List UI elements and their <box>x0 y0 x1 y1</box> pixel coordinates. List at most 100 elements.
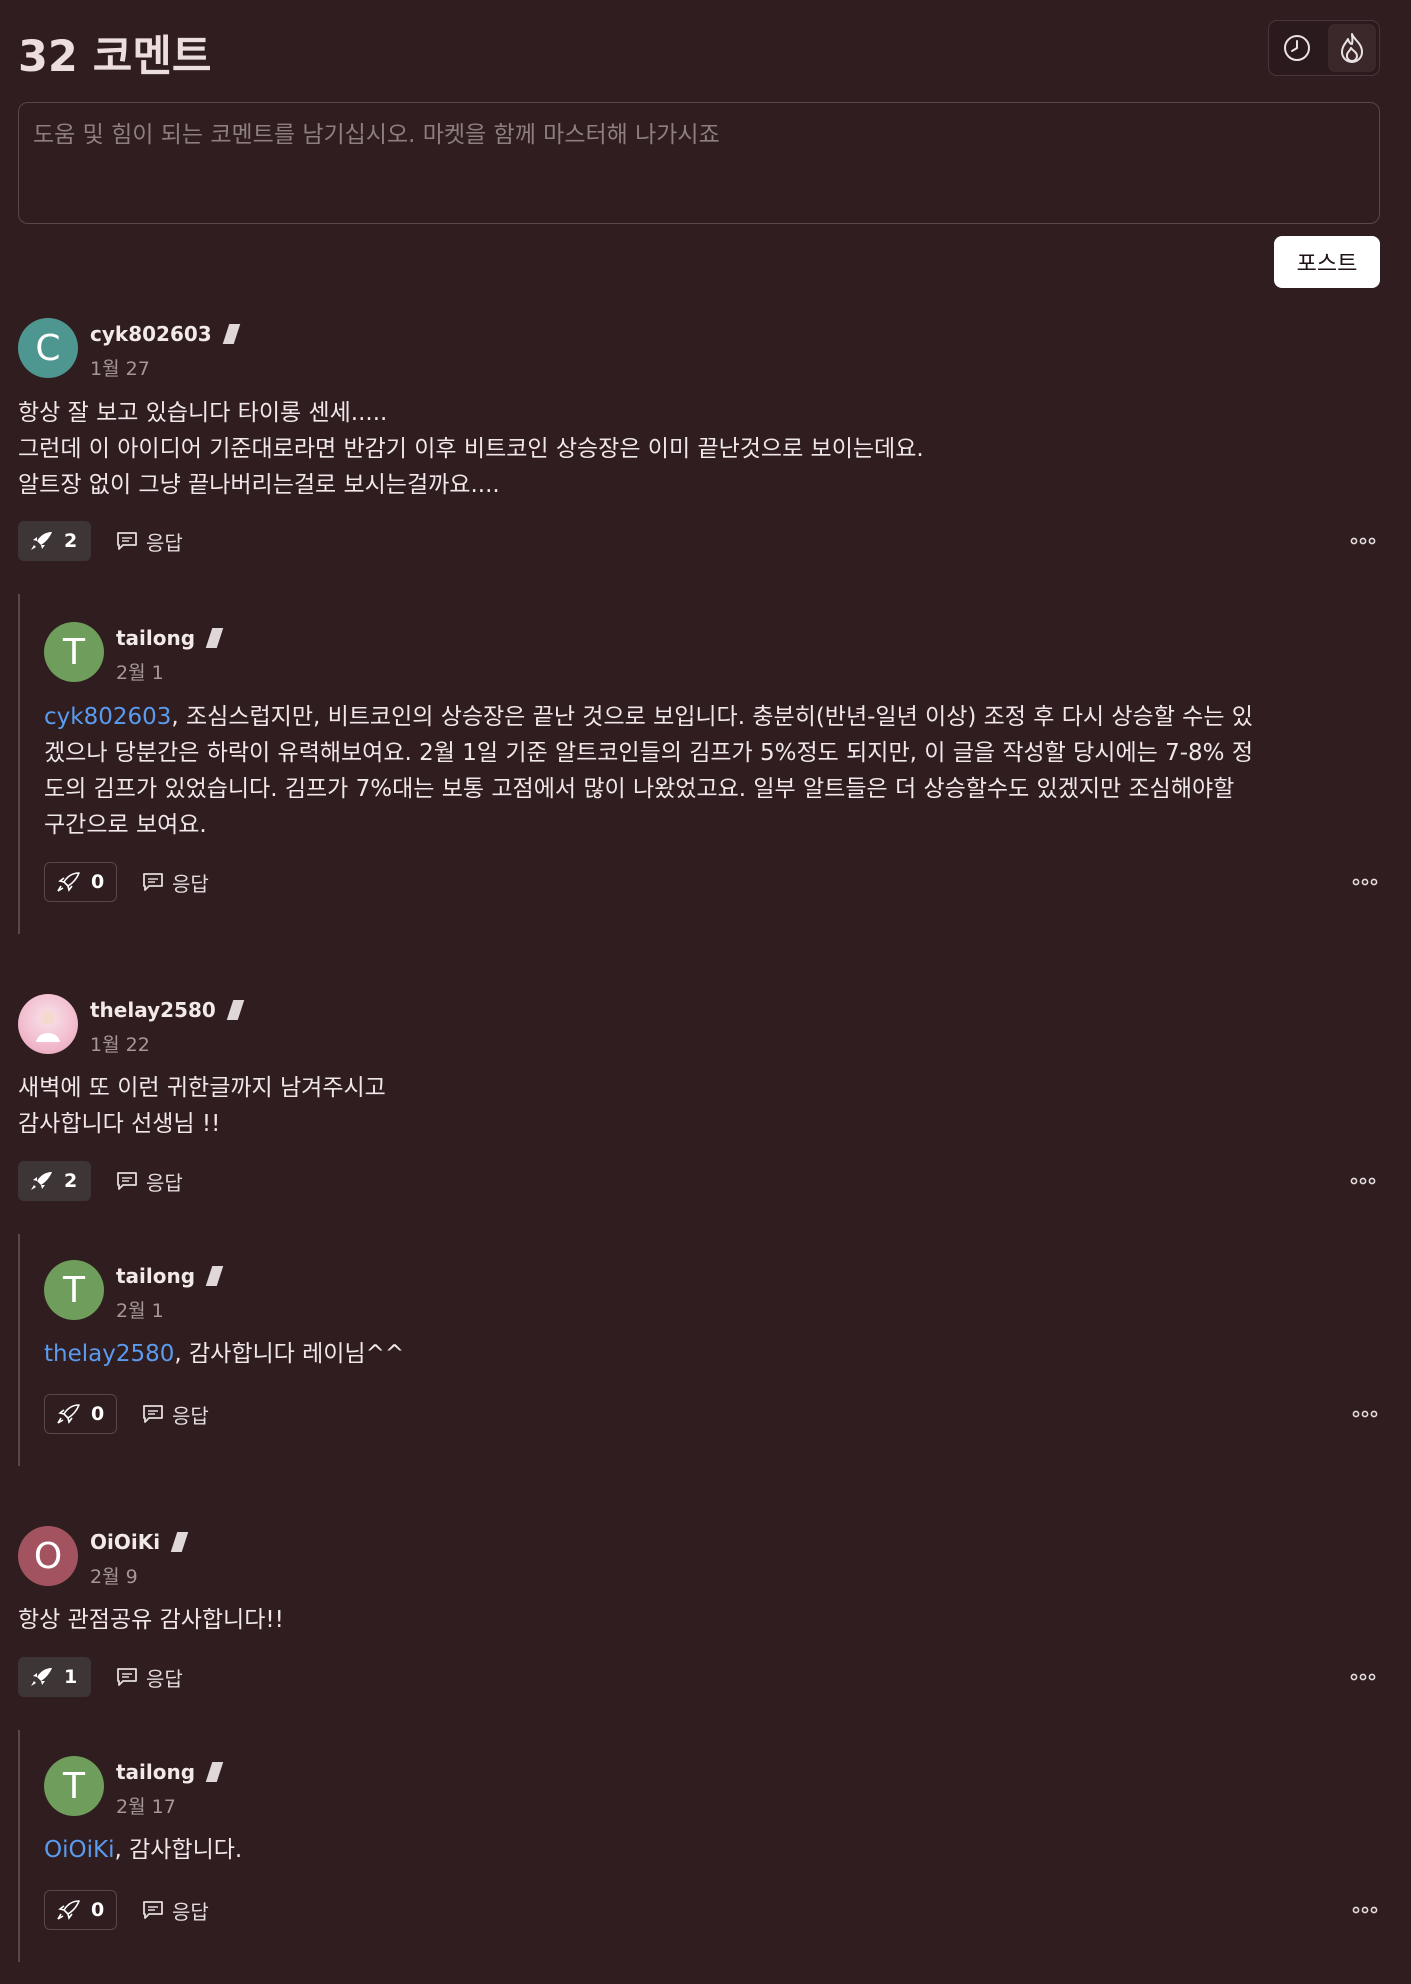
more-options-button[interactable] <box>1352 1394 1378 1434</box>
more-options-button[interactable] <box>1350 1657 1376 1697</box>
badge-icon <box>226 1000 245 1020</box>
boost-button[interactable]: 0 <box>44 1394 118 1434</box>
badge-icon <box>170 1532 189 1552</box>
comment-text-line: 새벽에 또 이런 귀한글까지 남겨주시고 <box>18 1075 386 1101</box>
comment-actions: 0 응답 <box>44 1890 1382 1930</box>
more-icon <box>1352 878 1378 886</box>
comment-text-line: cyk802603, 조심스럽지만, 비트코인의 상승장은 끝난 것으로 보입니… <box>44 704 1253 730</box>
reply-button[interactable]: 응답 <box>116 1161 183 1201</box>
comment-text-line: OiOiKi, 감사합니다. <box>44 1837 243 1863</box>
comment-icon <box>117 1172 137 1190</box>
comment-body: 항상 잘 보고 있습니다 타이롱 센세..... 그런데 이 아이디어 기준대로… <box>18 395 924 503</box>
rocket-icon <box>31 1172 52 1190</box>
boost-button[interactable]: 0 <box>44 1890 118 1930</box>
username[interactable]: tailong <box>116 1760 224 1784</box>
boost-button[interactable]: 2 <box>18 521 91 561</box>
boost-count: 0 <box>91 1899 105 1921</box>
sort-recent-button[interactable] <box>1273 24 1321 72</box>
post-button[interactable]: 포스트 <box>1274 236 1380 288</box>
reply-label: 응답 <box>172 871 209 896</box>
comment-date: 2월 1 <box>116 662 164 684</box>
mention-link[interactable]: thelay2580 <box>44 1341 174 1367</box>
comment-date: 2월 9 <box>90 1566 138 1588</box>
comment-text-line: 겠으나 당분간은 하락이 유력해보여요. 2월 1일 기준 알트코인들의 김프가… <box>44 740 1253 766</box>
comment-text-line: 알트장 없이 그냥 끝나버리는걸로 보시는걸까요.... <box>18 472 500 498</box>
more-options-button[interactable] <box>1350 1161 1376 1201</box>
sort-toggle <box>1268 20 1380 76</box>
more-icon <box>1352 1906 1378 1914</box>
comment: C cyk802603 1월 27 항상 잘 보고 있습니다 타이롱 센세...… <box>18 318 1380 564</box>
comments-count-title: 32 코멘트 <box>18 32 212 82</box>
reply-thread: T tailong 2월 1 thelay2580, 감사합니다 레이님^^ 0… <box>18 1234 1382 1466</box>
avatar-photo-icon <box>36 1011 60 1042</box>
comment-body: OiOiKi, 감사합니다. <box>44 1832 242 1868</box>
more-icon <box>1350 537 1376 545</box>
comment-icon <box>143 873 163 891</box>
clock-icon <box>1283 35 1310 61</box>
comment-date: 2월 17 <box>116 1796 176 1818</box>
boost-count: 2 <box>64 1170 78 1192</box>
more-options-button[interactable] <box>1350 521 1376 561</box>
reply-button[interactable]: 응답 <box>142 1890 209 1930</box>
username[interactable]: OiOiKi <box>90 1530 189 1554</box>
rocket-icon <box>57 1900 80 1920</box>
comment-actions: 0 응답 <box>44 1394 1382 1434</box>
reply-button[interactable]: 응답 <box>116 521 183 561</box>
mention-link[interactable]: cyk802603 <box>44 704 171 730</box>
badge-icon <box>222 324 240 344</box>
comment-date: 2월 1 <box>116 1300 164 1322</box>
avatar[interactable]: O <box>18 1526 78 1586</box>
boost-count: 2 <box>64 530 78 552</box>
more-icon <box>1350 1177 1376 1185</box>
comment-actions: 0 응답 <box>44 862 1382 902</box>
reply-thread: T tailong 2월 17 OiOiKi, 감사합니다. 0 응답 <box>18 1730 1382 1962</box>
comment-text-line: 항상 관점공유 감사합니다!! <box>18 1607 284 1633</box>
comment-actions: 2 응답 <box>18 521 1380 561</box>
more-icon <box>1350 1673 1376 1681</box>
reply-label: 응답 <box>146 1170 183 1195</box>
sort-hot-button[interactable] <box>1327 24 1376 72</box>
comments-header: 32 코멘트 <box>18 16 1380 84</box>
comment: O OiOiKi 2월 9 항상 관점공유 감사합니다!! 1 응답 <box>18 1526 1380 1698</box>
avatar[interactable]: T <box>44 622 104 682</box>
comment-body: thelay2580, 감사합니다 레이님^^ <box>44 1336 404 1372</box>
comment-icon <box>143 1405 163 1423</box>
avatar[interactable]: T <box>44 1260 104 1320</box>
comment-text-line: 그런데 이 아이디어 기준대로라면 반감기 이후 비트코인 상승장은 이미 끝난… <box>18 436 924 462</box>
boost-button[interactable]: 0 <box>44 862 118 902</box>
comment-input[interactable] <box>31 113 1371 217</box>
mention-link[interactable]: OiOiKi <box>44 1837 114 1863</box>
username[interactable]: thelay2580 <box>90 998 245 1022</box>
boost-button[interactable]: 1 <box>18 1657 91 1697</box>
badge-icon <box>205 1266 224 1286</box>
username[interactable]: tailong <box>116 626 224 650</box>
comment-date: 1월 27 <box>90 358 150 380</box>
reply-button[interactable]: 응답 <box>116 1657 183 1697</box>
avatar[interactable] <box>18 994 78 1054</box>
boost-button[interactable]: 2 <box>18 1161 91 1201</box>
flame-icon <box>1340 33 1363 63</box>
reply-button[interactable]: 응답 <box>142 862 209 902</box>
reply-thread: T tailong 2월 1 cyk802603, 조심스럽지만, 비트코인의 … <box>18 594 1382 934</box>
comment-actions: 2 응답 <box>18 1161 1380 1201</box>
reply-label: 응답 <box>172 1899 209 1924</box>
badge-icon <box>205 1762 224 1782</box>
rocket-icon <box>31 1668 52 1686</box>
more-options-button[interactable] <box>1352 1890 1378 1930</box>
rocket-icon <box>57 1404 80 1424</box>
comment-body: cyk802603, 조심스럽지만, 비트코인의 상승장은 끝난 것으로 보입니… <box>44 699 1382 843</box>
comment-text-line: 도의 김프가 있었습니다. 김프가 7%대는 보통 고점에서 많이 나왔었고요.… <box>44 776 1235 802</box>
comment-actions: 1 응답 <box>18 1657 1380 1697</box>
username[interactable]: cyk802603 <box>90 322 240 346</box>
avatar[interactable]: T <box>44 1756 104 1816</box>
comment-date: 1월 22 <box>90 1034 150 1056</box>
rocket-icon <box>31 532 52 550</box>
reply-button[interactable]: 응답 <box>142 1394 209 1434</box>
comment-icon <box>143 1901 163 1919</box>
more-options-button[interactable] <box>1352 862 1378 902</box>
avatar[interactable]: C <box>18 318 78 378</box>
boost-count: 0 <box>91 871 105 893</box>
comment-text-line: thelay2580, 감사합니다 레이님^^ <box>44 1341 405 1367</box>
comment-composer <box>18 102 1380 224</box>
username[interactable]: tailong <box>116 1264 224 1288</box>
